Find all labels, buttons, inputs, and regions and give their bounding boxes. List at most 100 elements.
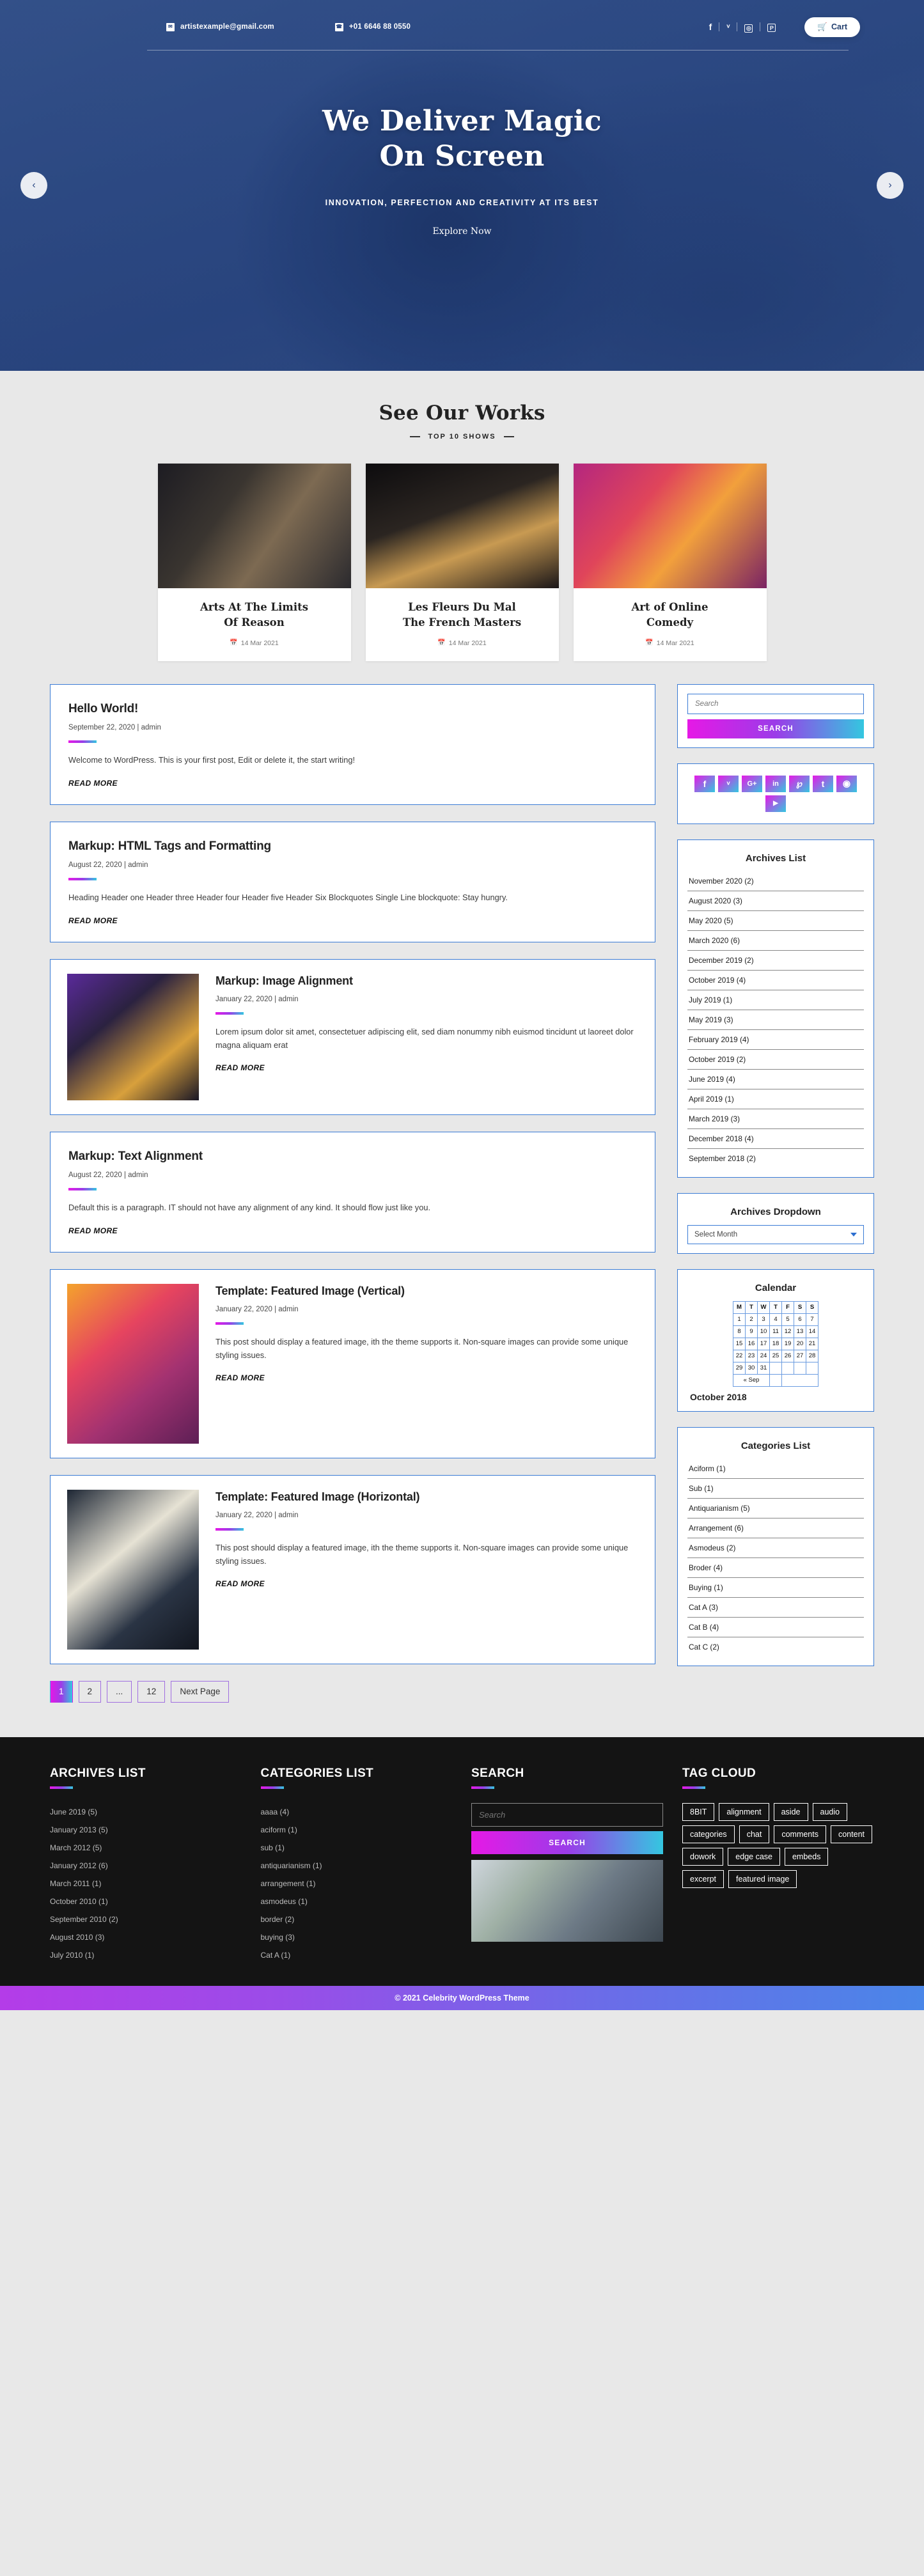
post-card[interactable]: Markup: Image Alignment January 22, 2020…	[50, 958, 655, 1115]
search-button[interactable]: SEARCH	[687, 719, 864, 738]
day-cell[interactable]: 13	[794, 1325, 806, 1338]
linkedin-icon[interactable]: in	[765, 775, 786, 792]
day-cell[interactable]: 3	[757, 1313, 770, 1326]
read-more-link[interactable]: READ MORE	[215, 1063, 638, 1072]
day-cell[interactable]: 29	[733, 1361, 746, 1375]
tag-item[interactable]: edge case	[728, 1847, 780, 1866]
email-contact[interactable]: ✉ artistexample@gmail.com	[166, 22, 274, 31]
day-cell[interactable]: 10	[757, 1325, 770, 1338]
tag-item[interactable]: dowork	[682, 1847, 724, 1866]
day-cell[interactable]: 24	[757, 1349, 770, 1362]
twitter-icon[interactable]: ᵛ	[718, 775, 739, 792]
facebook-icon[interactable]: f	[694, 775, 715, 792]
post-card[interactable]: Markup: HTML Tags and Formatting August …	[50, 821, 655, 942]
category-item[interactable]: Aciform (1)	[687, 1459, 864, 1479]
read-more-link[interactable]: READ MORE	[68, 779, 637, 788]
tag-item[interactable]: audio	[812, 1802, 848, 1821]
pinterest-icon[interactable]: ℘	[789, 775, 810, 792]
post-thumbnail[interactable]	[67, 1489, 199, 1650]
post-card[interactable]: Template: Featured Image (Vertical) Janu…	[50, 1268, 655, 1458]
day-cell[interactable]: 30	[745, 1361, 758, 1375]
post-title[interactable]: Markup: Text Alignment	[68, 1149, 637, 1164]
archives-item[interactable]: December 2018 (4)	[687, 1129, 864, 1149]
day-cell[interactable]: 6	[794, 1313, 806, 1326]
facebook-icon[interactable]: f	[702, 22, 719, 32]
category-item[interactable]: Cat C (2)	[687, 1637, 864, 1657]
tumblr-icon[interactable]: t	[813, 775, 833, 792]
tag-item[interactable]: chat	[739, 1825, 770, 1843]
post-title[interactable]: Hello World!	[68, 701, 637, 717]
tag-item[interactable]: comments	[774, 1825, 826, 1843]
category-item[interactable]: Buying (1)	[687, 1578, 864, 1598]
archives-item[interactable]: October 2019 (4)	[687, 971, 864, 990]
day-cell[interactable]: 12	[781, 1325, 794, 1338]
footer-search-input[interactable]	[471, 1802, 663, 1827]
day-cell[interactable]: 8	[733, 1325, 746, 1338]
pagination-ellipsis[interactable]: ...	[107, 1680, 132, 1703]
youtube-icon[interactable]: ▶	[765, 795, 786, 812]
explore-now-link[interactable]: Explore Now	[0, 226, 924, 237]
archives-item[interactable]: July 2019 (1)	[687, 990, 864, 1010]
day-cell[interactable]: 15	[733, 1337, 746, 1350]
post-card[interactable]: Template: Featured Image (Horizontal) Ja…	[50, 1474, 655, 1664]
day-cell[interactable]: 16	[745, 1337, 758, 1350]
archives-item[interactable]: February 2019 (4)	[687, 1030, 864, 1050]
day-cell[interactable]: 11	[769, 1325, 782, 1338]
footer-category-item[interactable]: Cat A (1)	[261, 1946, 453, 1964]
phone-contact[interactable]: ☎ +01 6646 88 0550	[334, 22, 411, 31]
footer-category-item[interactable]: aaaa (4)	[261, 1803, 453, 1821]
work-card[interactable]: Art of Online Comedy 📅 14 Mar 2021	[573, 464, 767, 661]
tag-item[interactable]: aside	[773, 1802, 808, 1821]
footer-archives-item[interactable]: March 2012 (5)	[50, 1839, 242, 1857]
post-card[interactable]: Hello World! September 22, 2020 | admin …	[50, 683, 655, 805]
archives-item[interactable]: September 2018 (2)	[687, 1149, 864, 1168]
day-cell[interactable]: 27	[794, 1349, 806, 1362]
archives-item[interactable]: March 2019 (3)	[687, 1109, 864, 1129]
pagination-page-12[interactable]: 12	[137, 1680, 166, 1703]
post-title[interactable]: Template: Featured Image (Vertical)	[215, 1284, 638, 1299]
archives-item[interactable]: August 2020 (3)	[687, 891, 864, 911]
day-cell[interactable]: 25	[769, 1349, 782, 1362]
calendar-next-month[interactable]	[781, 1373, 818, 1387]
pagination-next-page[interactable]: Next Page	[171, 1680, 230, 1703]
tag-item[interactable]: categories	[682, 1825, 735, 1843]
post-card[interactable]: Markup: Text Alignment August 22, 2020 |…	[50, 1131, 655, 1253]
tag-item[interactable]: alignment	[719, 1802, 769, 1821]
footer-archives-item[interactable]: June 2019 (5)	[50, 1803, 242, 1821]
category-item[interactable]: Arrangement (6)	[687, 1518, 864, 1538]
footer-archives-item[interactable]: July 2010 (1)	[50, 1946, 242, 1964]
work-card[interactable]: Arts At The Limits Of Reason 📅 14 Mar 20…	[157, 464, 351, 661]
day-cell[interactable]: 4	[769, 1313, 782, 1326]
tag-item[interactable]: 8BIT	[682, 1802, 715, 1821]
day-cell[interactable]: 2	[745, 1313, 758, 1326]
post-thumbnail[interactable]	[67, 973, 199, 1100]
archives-item[interactable]: March 2020 (6)	[687, 931, 864, 951]
footer-category-item[interactable]: asmodeus (1)	[261, 1893, 453, 1910]
post-title[interactable]: Markup: HTML Tags and Formatting	[68, 839, 637, 854]
post-thumbnail[interactable]	[67, 1283, 199, 1444]
footer-search-button[interactable]: SEARCH	[471, 1831, 663, 1854]
day-cell[interactable]: 28	[806, 1349, 818, 1362]
footer-category-item[interactable]: buying (3)	[261, 1928, 453, 1946]
twitter-icon[interactable]: ᵛ	[719, 22, 737, 32]
read-more-link[interactable]: READ MORE	[215, 1579, 638, 1588]
read-more-link[interactable]: READ MORE	[68, 1226, 637, 1235]
day-cell[interactable]: 9	[745, 1325, 758, 1338]
archives-item[interactable]: May 2020 (5)	[687, 911, 864, 931]
day-cell[interactable]: 22	[733, 1349, 746, 1362]
day-cell[interactable]: 26	[781, 1349, 794, 1362]
carousel-prev-arrow[interactable]: ‹	[20, 172, 47, 199]
day-cell[interactable]: 23	[745, 1349, 758, 1362]
category-item[interactable]: Sub (1)	[687, 1479, 864, 1499]
footer-category-item[interactable]: border (2)	[261, 1910, 453, 1928]
archives-item[interactable]: June 2019 (4)	[687, 1070, 864, 1089]
footer-archives-item[interactable]: September 2010 (2)	[50, 1910, 242, 1928]
category-item[interactable]: Antiquarianism (5)	[687, 1499, 864, 1518]
archives-item[interactable]: May 2019 (3)	[687, 1010, 864, 1030]
post-title[interactable]: Template: Featured Image (Horizontal)	[215, 1490, 638, 1504]
archives-item[interactable]: April 2019 (1)	[687, 1089, 864, 1109]
footer-archives-item[interactable]: January 2012 (6)	[50, 1857, 242, 1875]
footer-archives-item[interactable]: March 2011 (1)	[50, 1875, 242, 1893]
category-item[interactable]: Broder (4)	[687, 1558, 864, 1578]
archives-item[interactable]: October 2019 (2)	[687, 1050, 864, 1070]
